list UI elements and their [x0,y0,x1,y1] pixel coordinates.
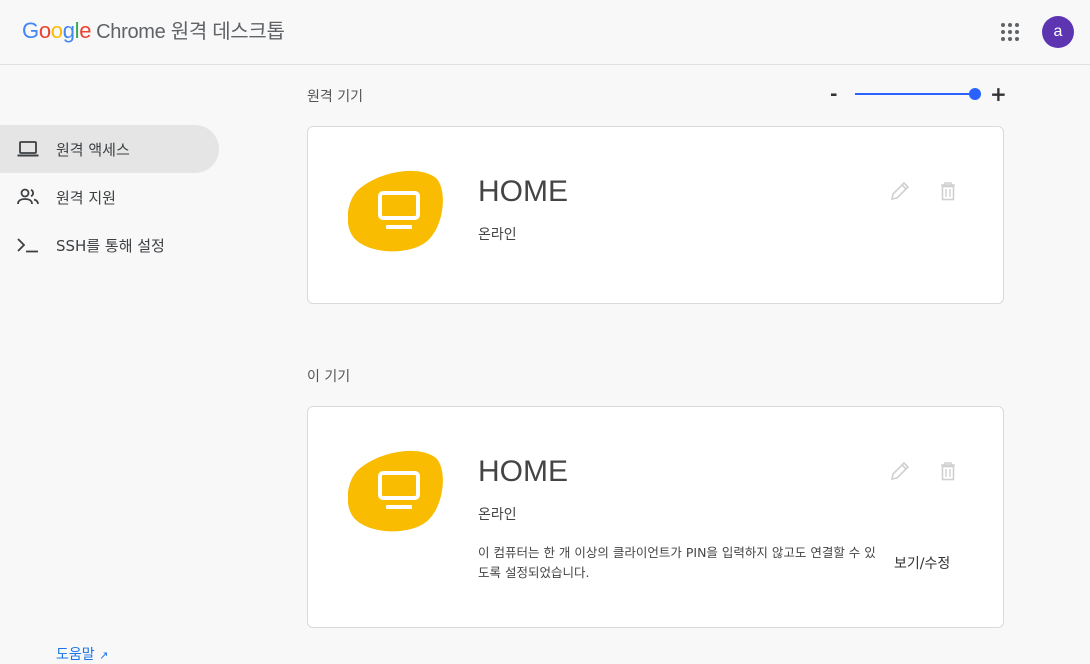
zoom-in-button[interactable]: + [990,82,1007,106]
help-link-label: 도움말 [56,647,95,663]
app-title: Chrome 원격 데스크톱 [96,21,285,43]
edit-pencil-icon[interactable] [888,459,912,483]
host-monitor-icon [348,450,443,532]
sidebar-item-remote-support[interactable]: 원격 지원 [0,173,219,221]
app-logo[interactable]: Google Chrome 원격 데스크톱 [22,15,285,44]
this-host-card[interactable]: HOME 온라인 이 컴퓨터는 한 개 이상의 클라이언트가 PIN을 입력하지… [307,406,1004,628]
this-device-title: 이 기기 [307,369,351,385]
logo-letter-o1: o [38,18,51,43]
edit-pencil-icon[interactable] [888,179,912,203]
zoom-slider-track[interactable] [855,93,975,95]
sidebar-item-label: 원격 액세스 [56,140,130,159]
host-status: 온라인 [478,227,517,243]
avatar[interactable]: a [1042,16,1074,48]
people-icon [16,185,40,209]
host-name: HOME [478,455,568,488]
sidebar-item-ssh-setup[interactable]: SSH를 통해 설정 [0,221,219,269]
apps-grid-icon[interactable] [998,20,1022,44]
zoom-slider-handle[interactable] [969,88,981,100]
remote-host-card[interactable]: HOME 온라인 [307,126,1004,304]
host-status: 온라인 [478,507,517,523]
host-name: HOME [478,175,568,208]
remote-devices-title: 원격 기기 [307,89,363,105]
sidebar-item-label: SSH를 통해 설정 [56,236,165,255]
help-link[interactable]: 도움말 ↗ [56,644,108,664]
sidebar-item-remote-access[interactable]: 원격 액세스 [0,125,219,173]
delete-trash-icon[interactable] [936,459,960,483]
logo-letter-g2: g [62,18,75,43]
host-monitor-icon [348,170,443,252]
logo-letter-e: e [79,18,92,43]
terminal-icon [16,233,40,257]
host-description: 이 컴퓨터는 한 개 이상의 클라이언트가 PIN을 입력하지 않고도 연결할 … [478,545,876,580]
logo-letter-o2: o [50,18,63,43]
laptop-icon [16,137,40,161]
sidebar-item-label: 원격 지원 [56,188,116,207]
logo-letter-g: G [22,18,39,43]
delete-trash-icon[interactable] [936,179,960,203]
zoom-out-button[interactable]: - [830,84,837,105]
app-header: Google Chrome 원격 데스크톱 a [0,0,1090,65]
view-edit-button[interactable]: 보기/수정 [894,553,950,573]
open-in-new-icon: ↗ [99,649,109,662]
